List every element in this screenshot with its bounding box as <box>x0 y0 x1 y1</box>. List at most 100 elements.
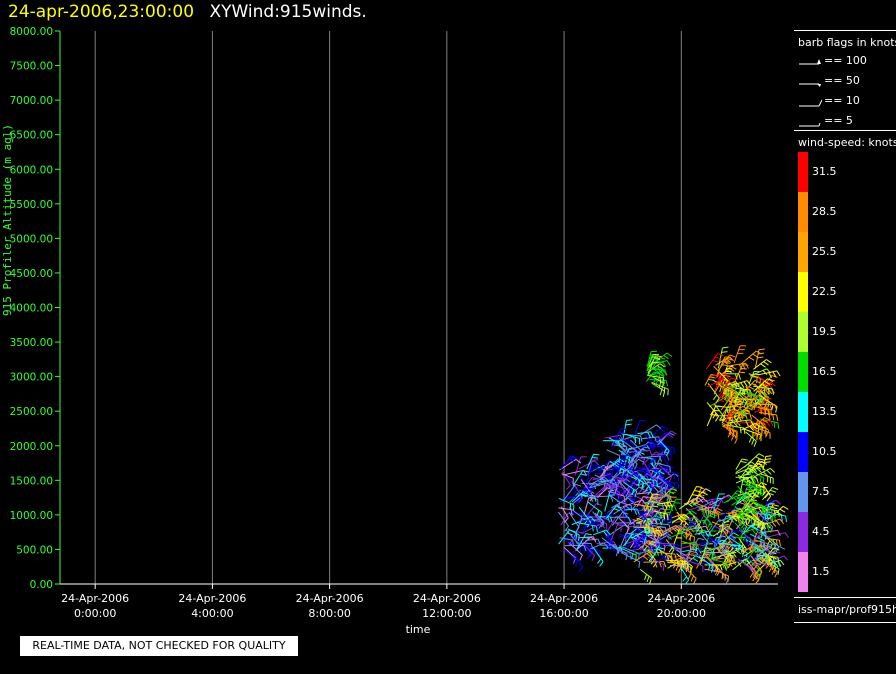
y-tick-label: 5000.00 <box>10 233 53 245</box>
wind-barb-flag <box>770 468 776 473</box>
wind-barb-flag <box>685 533 688 540</box>
colorbar-swatch <box>798 192 808 232</box>
wind-barb-flag <box>726 515 733 518</box>
wind-barb-flag <box>774 551 781 554</box>
wind-barb <box>745 431 757 447</box>
wind-barb-flag <box>742 364 749 366</box>
wind-barb-staff <box>758 411 777 416</box>
wind-barb-flag <box>740 389 748 392</box>
wind-barb-flag <box>575 560 579 567</box>
wind-barb-flag <box>759 539 762 546</box>
wind-barb-flag <box>741 458 748 461</box>
wind-barb-flag <box>677 483 680 490</box>
wind-barb-flag <box>591 555 596 562</box>
wind-barb <box>585 503 603 518</box>
wind-barb-flag <box>763 361 769 366</box>
wind-barb-flag <box>745 420 749 427</box>
wind-barb-flag <box>748 356 755 361</box>
wind-barb-flag <box>640 556 645 563</box>
wind-barb-flag <box>766 514 769 521</box>
wind-barb-flag <box>632 480 639 483</box>
wind-barb-flag <box>636 508 640 515</box>
wind-barb-flag <box>760 363 766 368</box>
wind-barb-flag <box>596 503 603 506</box>
wind-barb-flag <box>721 573 724 580</box>
wind-barb-flag <box>644 574 648 581</box>
wind-barb-flag <box>659 389 663 396</box>
wind-barb-flag <box>765 458 772 460</box>
wind-barb-flag <box>668 524 672 531</box>
barb-legend-item: == 5 <box>798 114 896 128</box>
legend-divider <box>794 30 896 31</box>
wind-barb-staff <box>586 465 600 475</box>
legend-divider <box>794 130 896 131</box>
wind-barb-flag <box>733 532 739 537</box>
wind-barb-flag <box>617 524 624 526</box>
x-tick-date: 24-Apr-2006 <box>647 592 715 605</box>
x-tick-time: 8:00:00 <box>308 607 350 620</box>
wind-barb-staff <box>558 507 572 511</box>
y-tick-label: 1000.00 <box>10 510 53 522</box>
wind-barb-flag <box>640 435 643 442</box>
wind-barb-flag <box>625 423 632 426</box>
wind-barb-flag <box>625 446 627 453</box>
wind-barb-flag <box>784 532 789 538</box>
wind-barb-flag <box>613 508 620 512</box>
colorbar-label: 31.5 <box>812 165 837 178</box>
wind-barb-flag <box>775 520 781 526</box>
wind-barb-flag <box>712 412 717 419</box>
wind-barb-flag <box>766 469 772 475</box>
wind-barb-flag <box>758 453 765 458</box>
wind-barb-flag <box>597 558 602 564</box>
colorbar-label: 28.5 <box>812 205 837 218</box>
colorbar-swatch <box>798 152 808 192</box>
wind-barb-flag <box>760 488 762 495</box>
wind-barb-flag <box>649 577 652 584</box>
wind-barb-flag <box>723 521 730 523</box>
barb-legend-title: barb flags in knots <box>798 36 896 49</box>
barb-legend-label: == 10 <box>824 94 860 107</box>
barb-legend-item: == 50 <box>798 74 896 88</box>
wind-barb-flag <box>739 427 742 434</box>
wind-barb-flag <box>770 489 777 493</box>
wind-barb-flag <box>656 424 662 429</box>
wind-barb-flag <box>734 438 738 444</box>
colorbar-swatch <box>798 512 808 552</box>
wind-barb-flag <box>662 564 665 571</box>
wind-barb-flag <box>757 356 764 359</box>
wind-barb-flag <box>771 375 778 378</box>
wind-barb-flag <box>776 414 779 421</box>
wind-barb-flag <box>768 566 773 573</box>
colorbar-swatch <box>798 272 808 312</box>
wind-barb-staff <box>587 501 603 514</box>
wind-barb-flag <box>777 422 780 429</box>
colorbar-label: 1.5 <box>812 565 830 578</box>
wind-barb-flag <box>692 494 699 497</box>
legend-divider <box>794 622 896 623</box>
wind-barb-staff <box>634 420 641 435</box>
colorbar-label: 19.5 <box>812 325 837 338</box>
wind-barb-flag <box>575 483 582 487</box>
wind-barb-flag <box>707 564 711 571</box>
wind-barb-flag <box>647 431 651 438</box>
wind-barb-flag <box>716 507 723 512</box>
wind-barb-flag <box>666 514 669 521</box>
wind-barb <box>765 532 789 539</box>
wind-barb-flag <box>727 575 730 583</box>
wind-barb-flag <box>638 561 641 568</box>
colorbar-label: 10.5 <box>812 445 837 458</box>
wind-barb-flag <box>785 515 787 522</box>
wind-barb-staff <box>754 467 771 478</box>
wind-barb-flag <box>769 515 772 522</box>
wind-barb-staff <box>753 359 767 370</box>
wind-barb-flag <box>722 346 729 349</box>
wind-barb-staff <box>604 490 611 512</box>
x-axis-label: time <box>405 623 431 636</box>
wind-barb-flag <box>694 490 701 493</box>
wind-barb-flag <box>738 373 741 380</box>
wind-barb-flag <box>780 515 783 522</box>
y-tick-label: 6500.00 <box>10 130 53 142</box>
wind-barb-flag <box>566 484 571 491</box>
wind-barb-flag <box>661 383 664 390</box>
wind-barb-flag <box>738 416 745 418</box>
